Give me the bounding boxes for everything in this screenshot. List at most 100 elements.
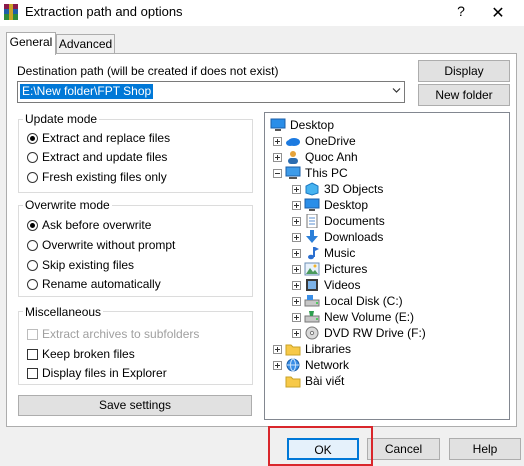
winrar-app-icon (4, 4, 18, 20)
cube-icon (305, 182, 319, 196)
download-icon (306, 230, 318, 243)
radio-skip-existing[interactable]: Skip existing files (27, 258, 134, 272)
checkbox-keep-broken-files[interactable]: Keep broken files (27, 347, 135, 361)
radio-ask-before-overwrite[interactable]: Ask before overwrite (27, 218, 151, 232)
cloud-icon (286, 138, 300, 146)
update-mode-title: Update mode (23, 112, 100, 126)
expand-icon[interactable] (292, 264, 301, 274)
radio-button[interactable] (27, 151, 38, 163)
desktop-icon (270, 118, 286, 131)
expand-icon[interactable] (292, 248, 301, 258)
radio-button[interactable] (27, 171, 38, 183)
radio-button[interactable] (27, 278, 38, 290)
radio-fresh-existing[interactable]: Fresh existing files only (27, 170, 167, 184)
expand-icon[interactable] (273, 136, 282, 146)
cancel-button[interactable]: Cancel (367, 438, 440, 460)
checkbox[interactable] (27, 328, 38, 340)
expand-icon[interactable] (292, 184, 301, 194)
expand-icon[interactable] (292, 280, 301, 290)
tree-item-local-disk-c[interactable]: Local Disk (C:) (292, 293, 403, 309)
drive-icon (304, 311, 320, 323)
video-icon (306, 279, 318, 291)
tree-item-desktop[interactable]: Desktop (270, 117, 334, 133)
expand-icon[interactable] (292, 328, 301, 338)
destination-path-value[interactable]: E:\New folder\FPT Shop (20, 84, 154, 99)
tree-item-downloads[interactable]: Downloads (292, 229, 383, 245)
checkbox[interactable] (27, 367, 38, 379)
radio-extract-replace[interactable]: Extract and replace files (27, 131, 170, 145)
radio-button[interactable] (27, 239, 38, 251)
radio-label: Skip existing files (42, 258, 135, 272)
folder-icon (285, 344, 301, 356)
folder-icon (285, 376, 301, 388)
tree-item-documents[interactable]: Documents (292, 213, 385, 229)
dvd-icon (305, 326, 319, 340)
expand-icon[interactable] (292, 296, 301, 306)
radio-label: Overwrite without prompt (42, 238, 176, 252)
destination-path-combobox[interactable]: E:\New folder\FPT Shop (17, 81, 405, 103)
expand-icon[interactable] (292, 216, 301, 226)
checkbox-extract-to-subfolders[interactable]: Extract archives to subfolders (27, 327, 199, 341)
help-button[interactable]: Help (449, 438, 521, 460)
tree-item-3d-objects[interactable]: 3D Objects (292, 181, 383, 197)
tab-advanced[interactable]: Advanced (56, 34, 115, 54)
collapse-icon[interactable] (273, 168, 282, 178)
document-icon (306, 214, 318, 228)
display-button[interactable]: Display (418, 60, 510, 82)
tree-item-pc-desktop[interactable]: Desktop (292, 197, 368, 213)
radio-button[interactable] (27, 132, 38, 144)
title-bar: Extraction path and options ? ✕ (0, 0, 524, 26)
tree-item-bai-viet[interactable]: Bài viết (273, 373, 344, 389)
tree-item-new-volume-e[interactable]: New Volume (E:) (292, 309, 414, 325)
close-button[interactable]: ✕ (486, 3, 510, 23)
chevron-down-icon[interactable] (392, 87, 401, 94)
save-settings-button[interactable]: Save settings (18, 395, 252, 416)
checkbox-label: Keep broken files (42, 347, 135, 361)
radio-button[interactable] (27, 259, 38, 271)
expand-icon[interactable] (292, 200, 301, 210)
checkbox-label: Extract archives to subfolders (42, 327, 200, 341)
radio-overwrite-without-prompt[interactable]: Overwrite without prompt (27, 238, 175, 252)
checkbox-label: Display files in Explorer (42, 366, 167, 380)
computer-icon (285, 166, 301, 179)
tree-item-this-pc[interactable]: This PC (273, 165, 348, 181)
tree-item-user[interactable]: Quoc Anh (273, 149, 358, 165)
radio-label: Ask before overwrite (42, 218, 152, 232)
title-help-button[interactable]: ? (449, 3, 473, 23)
radio-label: Rename automatically (42, 277, 161, 291)
new-folder-button[interactable]: New folder (418, 84, 510, 106)
ok-highlight-box (268, 426, 373, 466)
picture-icon (304, 262, 320, 276)
expand-icon[interactable] (273, 360, 282, 370)
folder-tree[interactable]: Desktop OneDrive Quoc Anh This PC 3D Obj… (264, 112, 510, 420)
window-title: Extraction path and options (25, 4, 183, 19)
radio-button[interactable] (27, 219, 38, 231)
music-icon (308, 247, 319, 260)
destination-path-label: Destination path (will be created if doe… (17, 64, 279, 78)
miscellaneous-title: Miscellaneous (23, 305, 104, 319)
radio-label: Fresh existing files only (42, 170, 167, 184)
tree-item-libraries[interactable]: Libraries (273, 341, 351, 357)
checkbox[interactable] (27, 348, 38, 360)
tree-item-network[interactable]: Network (273, 357, 349, 373)
radio-rename-automatically[interactable]: Rename automatically (27, 277, 161, 291)
tree-item-music[interactable]: Music (292, 245, 355, 261)
network-icon (286, 358, 300, 372)
user-icon (288, 151, 298, 164)
expand-icon[interactable] (292, 232, 301, 242)
radio-extract-update[interactable]: Extract and update files (27, 150, 167, 164)
radio-label: Extract and update files (42, 150, 168, 164)
tree-item-videos[interactable]: Videos (292, 277, 360, 293)
radio-label: Extract and replace files (42, 131, 171, 145)
overwrite-mode-title: Overwrite mode (23, 198, 112, 212)
expand-icon[interactable] (273, 344, 282, 354)
tab-general[interactable]: General (6, 32, 56, 55)
checkbox-display-in-explorer[interactable]: Display files in Explorer (27, 366, 167, 380)
expand-icon[interactable] (273, 152, 282, 162)
tree-item-onedrive[interactable]: OneDrive (273, 133, 356, 149)
tree-item-dvd-rw-drive-f[interactable]: DVD RW Drive (F:) (292, 325, 426, 341)
drive-icon (304, 295, 320, 307)
tree-item-pictures[interactable]: Pictures (292, 261, 367, 277)
desktop-icon (304, 198, 320, 211)
expand-icon[interactable] (292, 312, 301, 322)
